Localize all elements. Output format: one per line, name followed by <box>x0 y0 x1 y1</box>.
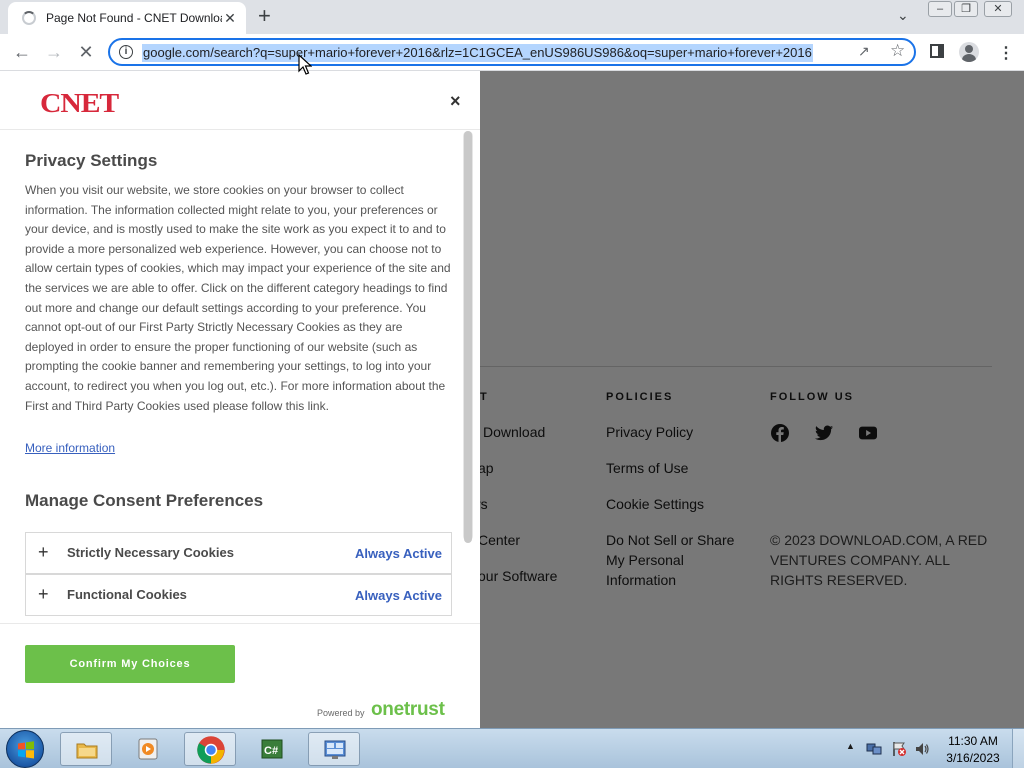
loading-spinner-icon <box>22 11 36 25</box>
clock-time: 11:30 AM <box>948 734 998 748</box>
consent-category-functional[interactable]: + Functional Cookies Always Active <box>25 574 452 616</box>
browser-menu-icon[interactable]: ⋮ <box>998 43 1014 63</box>
modal-header: CNET × <box>0 71 480 130</box>
category-label: Strictly Necessary Cookies <box>67 545 234 560</box>
control-panel-icon <box>324 740 346 759</box>
category-status: Always Active <box>355 546 442 561</box>
action-center-flag-icon[interactable] <box>891 741 907 757</box>
taskbar-file-explorer[interactable] <box>60 732 112 766</box>
privacy-description: When you visit our website, we store coo… <box>25 183 451 413</box>
tab-search-chevron-icon[interactable]: ⌄ <box>897 7 909 24</box>
profile-avatar-icon[interactable] <box>959 42 979 62</box>
taskbar-csharp-editor[interactable]: C# <box>246 732 298 766</box>
show-hidden-icons-button[interactable]: ▲ <box>846 741 855 751</box>
share-icon[interactable]: ↗ <box>858 43 870 60</box>
taskbar-media-player[interactable] <box>122 732 174 766</box>
minimize-button[interactable]: – <box>928 1 952 17</box>
expand-plus-icon[interactable]: + <box>38 542 49 563</box>
restore-button[interactable]: ❐ <box>954 1 978 17</box>
privacy-consent-modal: CNET × Privacy Settings When you visit o… <box>0 71 480 728</box>
window-close-button[interactable]: ✕ <box>984 1 1012 17</box>
tab-strip: Page Not Found - CNET Download ✕ + ⌄ – ❐… <box>0 0 1024 34</box>
clock-date: 3/16/2023 <box>946 751 1000 765</box>
show-desktop-button[interactable] <box>1012 729 1024 768</box>
close-modal-button[interactable]: × <box>450 91 461 112</box>
tab-title: Page Not Found - CNET Download <box>46 11 222 25</box>
mouse-cursor-icon <box>298 54 312 75</box>
browser-toolbar: ← → ✕ i google.com/search?q=super+mario+… <box>0 34 1024 71</box>
windows-taskbar: C# ▲ 11:30 AM 3/16/2023 <box>0 728 1024 768</box>
media-player-icon <box>138 738 158 760</box>
privacy-settings-heading: Privacy Settings <box>25 151 158 170</box>
volume-tray-icon[interactable] <box>914 741 930 757</box>
stop-loading-icon[interactable]: ✕ <box>76 42 96 62</box>
more-information-link[interactable]: More information <box>25 441 115 455</box>
side-panel-icon[interactable] <box>930 44 944 58</box>
browser-tab[interactable]: Page Not Found - CNET Download ✕ <box>8 2 246 34</box>
chrome-icon <box>197 736 225 764</box>
taskbar-chrome[interactable] <box>184 732 236 766</box>
network-tray-icon[interactable] <box>866 741 882 757</box>
site-info-icon[interactable]: i <box>119 45 133 59</box>
tab-close-button[interactable]: ✕ <box>222 10 238 26</box>
windows-flag-icon <box>18 741 34 759</box>
manage-consent-heading: Manage Consent Preferences <box>25 491 264 510</box>
consent-category-strictly-necessary[interactable]: + Strictly Necessary Cookies Always Acti… <box>25 532 452 574</box>
category-label: Functional Cookies <box>67 587 187 602</box>
confirm-choices-button[interactable]: Confirm My Choices <box>25 645 235 683</box>
onetrust-logo[interactable]: onetrust <box>371 699 445 721</box>
folder-icon <box>76 743 98 759</box>
csharp-icon: C# <box>261 739 283 759</box>
cnet-logo: CNET <box>40 88 119 118</box>
system-clock[interactable]: 11:30 AM 3/16/2023 <box>940 733 1006 767</box>
back-arrow-icon[interactable]: ← <box>12 42 32 62</box>
forward-arrow-icon[interactable]: → <box>44 42 64 62</box>
category-status: Always Active <box>355 588 442 603</box>
scrollbar-thumb[interactable] <box>464 131 472 543</box>
svg-text:C#: C# <box>264 745 278 757</box>
modal-footer: Confirm My Choices Powered by onetrust <box>0 623 480 728</box>
taskbar-remote-app[interactable] <box>308 732 360 766</box>
bookmark-star-icon[interactable]: ☆ <box>890 41 905 61</box>
expand-plus-icon[interactable]: + <box>38 584 49 605</box>
address-bar[interactable]: i google.com/search?q=super+mario+foreve… <box>108 38 916 66</box>
start-button[interactable] <box>6 730 44 768</box>
new-tab-button[interactable]: + <box>258 5 271 27</box>
powered-by-label: Powered by <box>317 708 365 718</box>
url-text[interactable]: google.com/search?q=super+mario+forever+… <box>142 44 813 62</box>
modal-scrollbar[interactable] <box>463 131 473 543</box>
